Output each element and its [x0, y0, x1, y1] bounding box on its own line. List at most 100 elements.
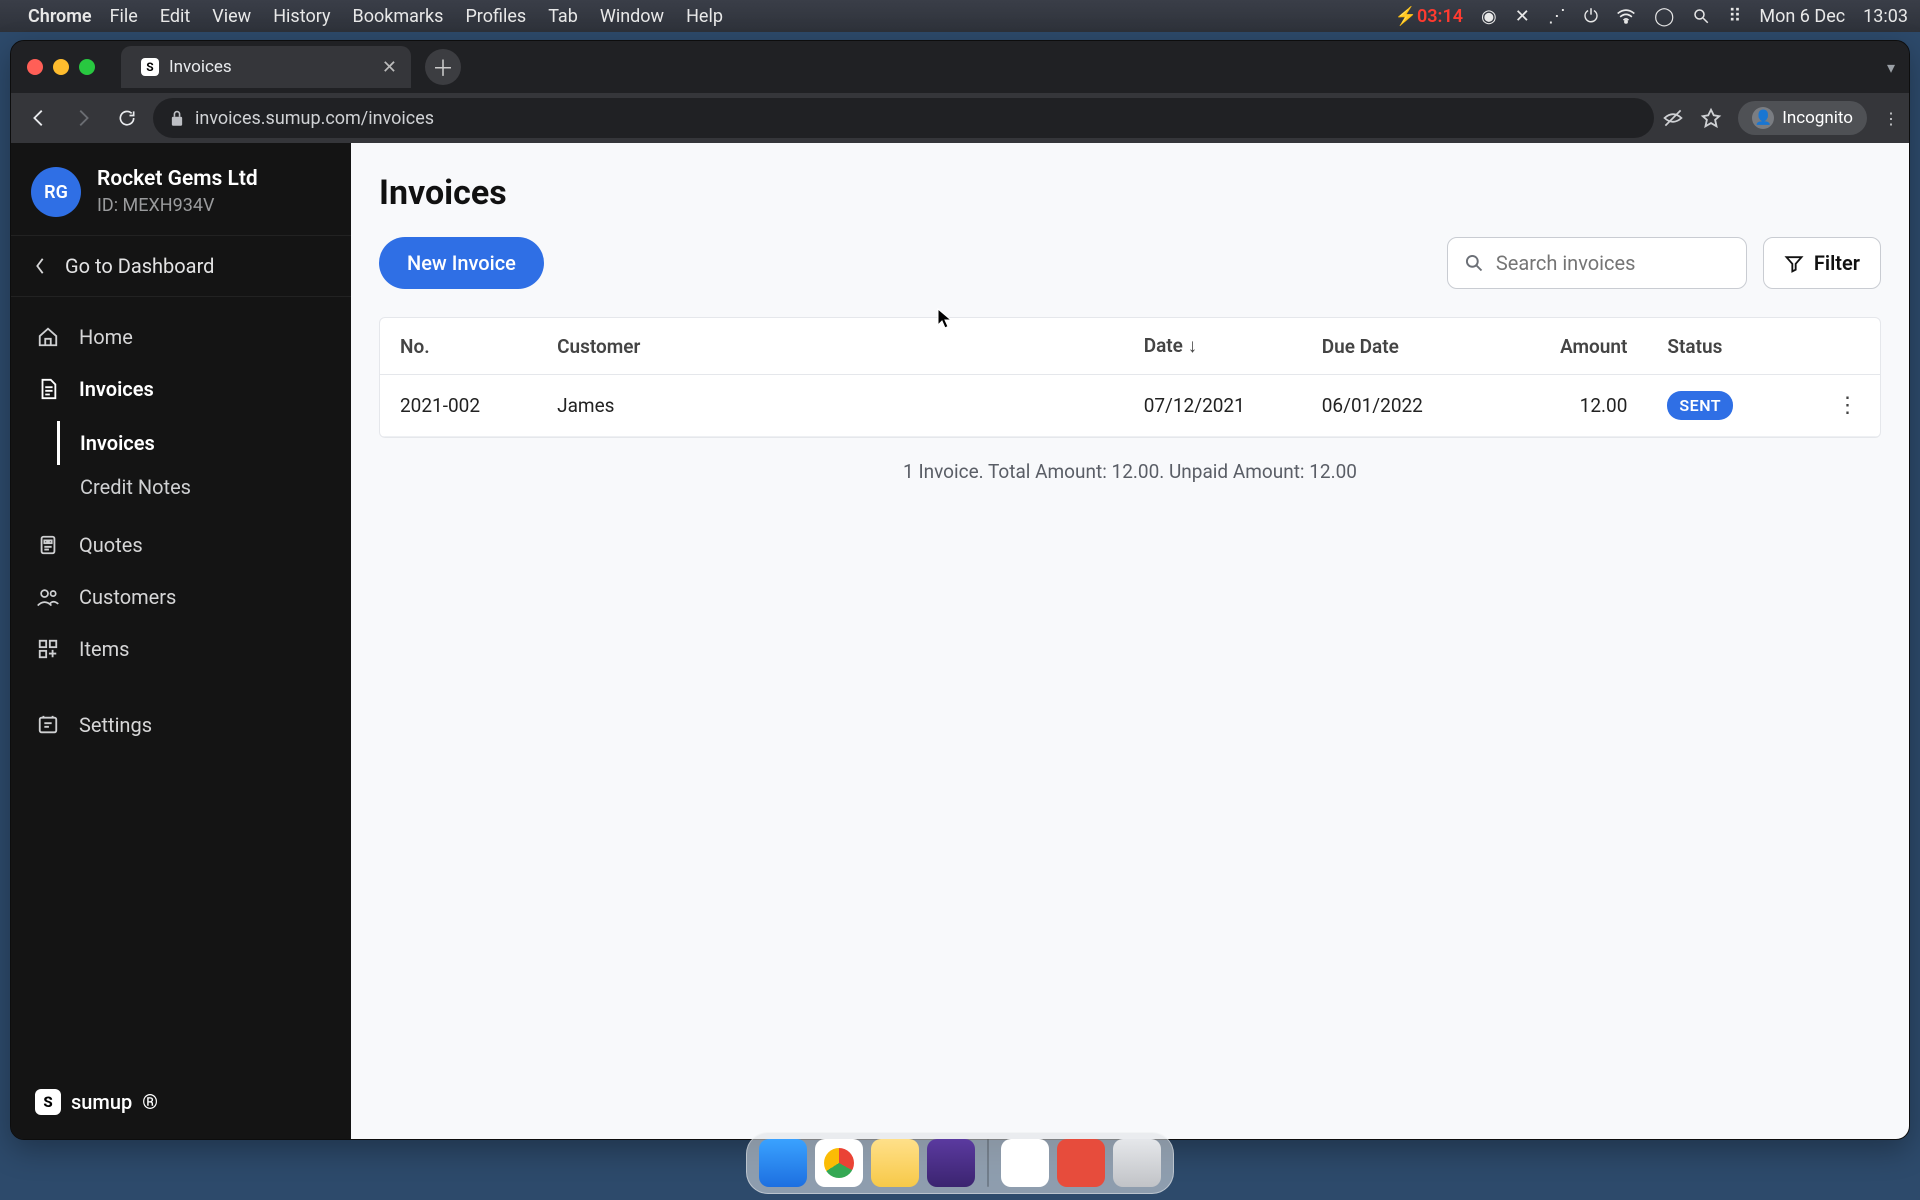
sidebar-item-label: Customers	[79, 585, 176, 609]
battery-indicator-icon[interactable]: ⚡03:14	[1395, 6, 1463, 27]
tab-close-icon[interactable]: ✕	[382, 57, 397, 78]
filter-button[interactable]: Filter	[1763, 237, 1881, 289]
org-header[interactable]: RG Rocket Gems Ltd ID: MEXH934V	[11, 143, 351, 235]
go-to-dashboard-label: Go to Dashboard	[65, 254, 214, 278]
lock-icon	[169, 109, 185, 127]
dock-recording-icon[interactable]	[1057, 1139, 1105, 1187]
col-header-due[interactable]: Due Date	[1302, 318, 1491, 375]
customers-icon	[35, 586, 61, 608]
dock-chrome-icon[interactable]	[815, 1139, 863, 1187]
sidebar: RG Rocket Gems Ltd ID: MEXH934V Go to Da…	[11, 143, 351, 1139]
window-close-icon[interactable]	[27, 59, 43, 75]
col-header-status[interactable]: Status	[1647, 318, 1815, 375]
sidebar-item-invoices[interactable]: Invoices	[11, 363, 351, 415]
dock-trash-icon[interactable]	[1113, 1139, 1161, 1187]
new-invoice-button[interactable]: New Invoice	[379, 237, 544, 289]
nav-back-button[interactable]	[21, 100, 57, 136]
menubar-date[interactable]: Mon 6 Dec	[1759, 6, 1845, 27]
col-header-no[interactable]: No.	[380, 318, 537, 375]
settings-icon	[35, 714, 61, 736]
menubar-item-bookmarks[interactable]: Bookmarks	[352, 6, 443, 27]
address-bar[interactable]: invoices.sumup.com/invoices	[153, 98, 1654, 138]
browser-window: S Invoices ✕ ＋ ▾ invoices.sumup.com/invo…	[10, 40, 1910, 1140]
user-icon[interactable]: ◯	[1654, 6, 1674, 27]
toolbar-right: 👤 Incognito ⋮	[1662, 101, 1899, 135]
row-actions-button[interactable]: ⋮	[1815, 375, 1880, 437]
dock-app-icon[interactable]	[927, 1139, 975, 1187]
sidebar-item-label: Invoices	[79, 377, 154, 401]
sidebar-subitem-credit-notes[interactable]: Credit Notes	[57, 465, 351, 509]
dock-notes-icon[interactable]	[871, 1139, 919, 1187]
sidebar-footer[interactable]: S sumup®	[11, 1065, 351, 1139]
cell-date: 07/12/2021	[1124, 375, 1302, 437]
cell-amount: 12.00	[1490, 375, 1647, 437]
tab-title: Invoices	[169, 57, 232, 77]
cell-status: SENT	[1647, 375, 1815, 437]
incognito-indicator[interactable]: 👤 Incognito	[1738, 101, 1867, 135]
cell-customer: James	[537, 375, 1124, 437]
sidebar-item-label: Quotes	[79, 533, 143, 557]
table-summary: 1 Invoice. Total Amount: 12.00. Unpaid A…	[379, 460, 1881, 483]
menubar-item-view[interactable]: View	[212, 6, 251, 27]
menubar-time[interactable]: 13:03	[1863, 6, 1908, 27]
sidebar-item-quotes[interactable]: Quotes	[11, 519, 351, 571]
sidebar-subitem-invoices[interactable]: Invoices	[57, 421, 351, 465]
sidebar-item-items[interactable]: Items	[11, 623, 351, 675]
org-avatar: RG	[31, 167, 81, 217]
url-text: invoices.sumup.com/invoices	[195, 108, 434, 129]
quotes-icon	[35, 534, 61, 556]
table-header-row: No. Customer Date Due Date Amount Status	[380, 318, 1880, 375]
search-icon	[1464, 253, 1484, 273]
menubar-item-help[interactable]: Help	[686, 6, 723, 27]
control-center-icon[interactable]: ⠿	[1728, 6, 1741, 27]
menubar-item-profiles[interactable]: Profiles	[465, 6, 526, 27]
items-icon	[35, 638, 61, 660]
dock-finder-icon[interactable]	[759, 1139, 807, 1187]
search-input[interactable]	[1496, 251, 1750, 275]
incognito-icon: 👤	[1752, 107, 1774, 129]
table-row[interactable]: 2021-002 James 07/12/2021 06/01/2022 12.…	[380, 375, 1880, 437]
cell-no: 2021-002	[380, 375, 537, 437]
sidebar-subnav-invoices: Invoices Credit Notes	[11, 415, 351, 519]
status-app-icon[interactable]: ◉	[1481, 6, 1497, 27]
sidebar-item-home[interactable]: Home	[11, 311, 351, 363]
page-title: Invoices	[379, 173, 1881, 213]
window-zoom-icon[interactable]	[79, 59, 95, 75]
wifi-icon[interactable]	[1616, 8, 1636, 24]
sumup-footer-label: sumup	[71, 1090, 132, 1114]
invoices-table: No. Customer Date Due Date Amount Status…	[379, 317, 1881, 438]
sidebar-item-customers[interactable]: Customers	[11, 571, 351, 623]
cell-due: 06/01/2022	[1302, 375, 1491, 437]
menubar-item-tab[interactable]: Tab	[548, 6, 578, 27]
menubar-item-window[interactable]: Window	[600, 6, 664, 27]
main-content: Invoices New Invoice Filter	[351, 143, 1909, 1139]
search-input-wrap[interactable]	[1447, 237, 1747, 289]
menubar-item-history[interactable]: History	[273, 6, 330, 27]
go-to-dashboard[interactable]: Go to Dashboard	[11, 235, 351, 297]
status-tool-icon[interactable]: ✕	[1515, 6, 1530, 27]
menubar-item-edit[interactable]: Edit	[160, 6, 190, 27]
kebab-menu-icon[interactable]: ⋮	[1883, 109, 1899, 128]
nav-forward-button[interactable]	[65, 100, 101, 136]
col-header-customer[interactable]: Customer	[537, 318, 1124, 375]
window-controls	[11, 59, 111, 75]
col-header-amount[interactable]: Amount	[1490, 318, 1647, 375]
eye-off-icon[interactable]	[1662, 107, 1684, 129]
new-tab-button[interactable]: ＋	[425, 49, 461, 85]
tabs-menu-icon[interactable]: ▾	[1887, 58, 1895, 77]
status-dots-icon[interactable]: ⋰	[1548, 6, 1566, 27]
window-minimize-icon[interactable]	[53, 59, 69, 75]
browser-tab[interactable]: S Invoices ✕	[121, 46, 411, 88]
nav-reload-button[interactable]	[109, 100, 145, 136]
tab-favicon-icon: S	[141, 58, 159, 76]
menubar-item-file[interactable]: File	[110, 6, 138, 27]
col-header-date[interactable]: Date	[1124, 318, 1302, 375]
dock-document-icon[interactable]	[1001, 1139, 1049, 1187]
actions-row: New Invoice Filter	[379, 237, 1881, 289]
power-icon[interactable]: ⏻	[1584, 6, 1598, 27]
menubar-app-name[interactable]: Chrome	[28, 6, 92, 27]
incognito-label: Incognito	[1782, 108, 1853, 128]
spotlight-icon[interactable]	[1692, 7, 1710, 25]
bookmark-icon[interactable]	[1700, 107, 1722, 129]
sidebar-item-settings[interactable]: Settings	[11, 699, 351, 751]
